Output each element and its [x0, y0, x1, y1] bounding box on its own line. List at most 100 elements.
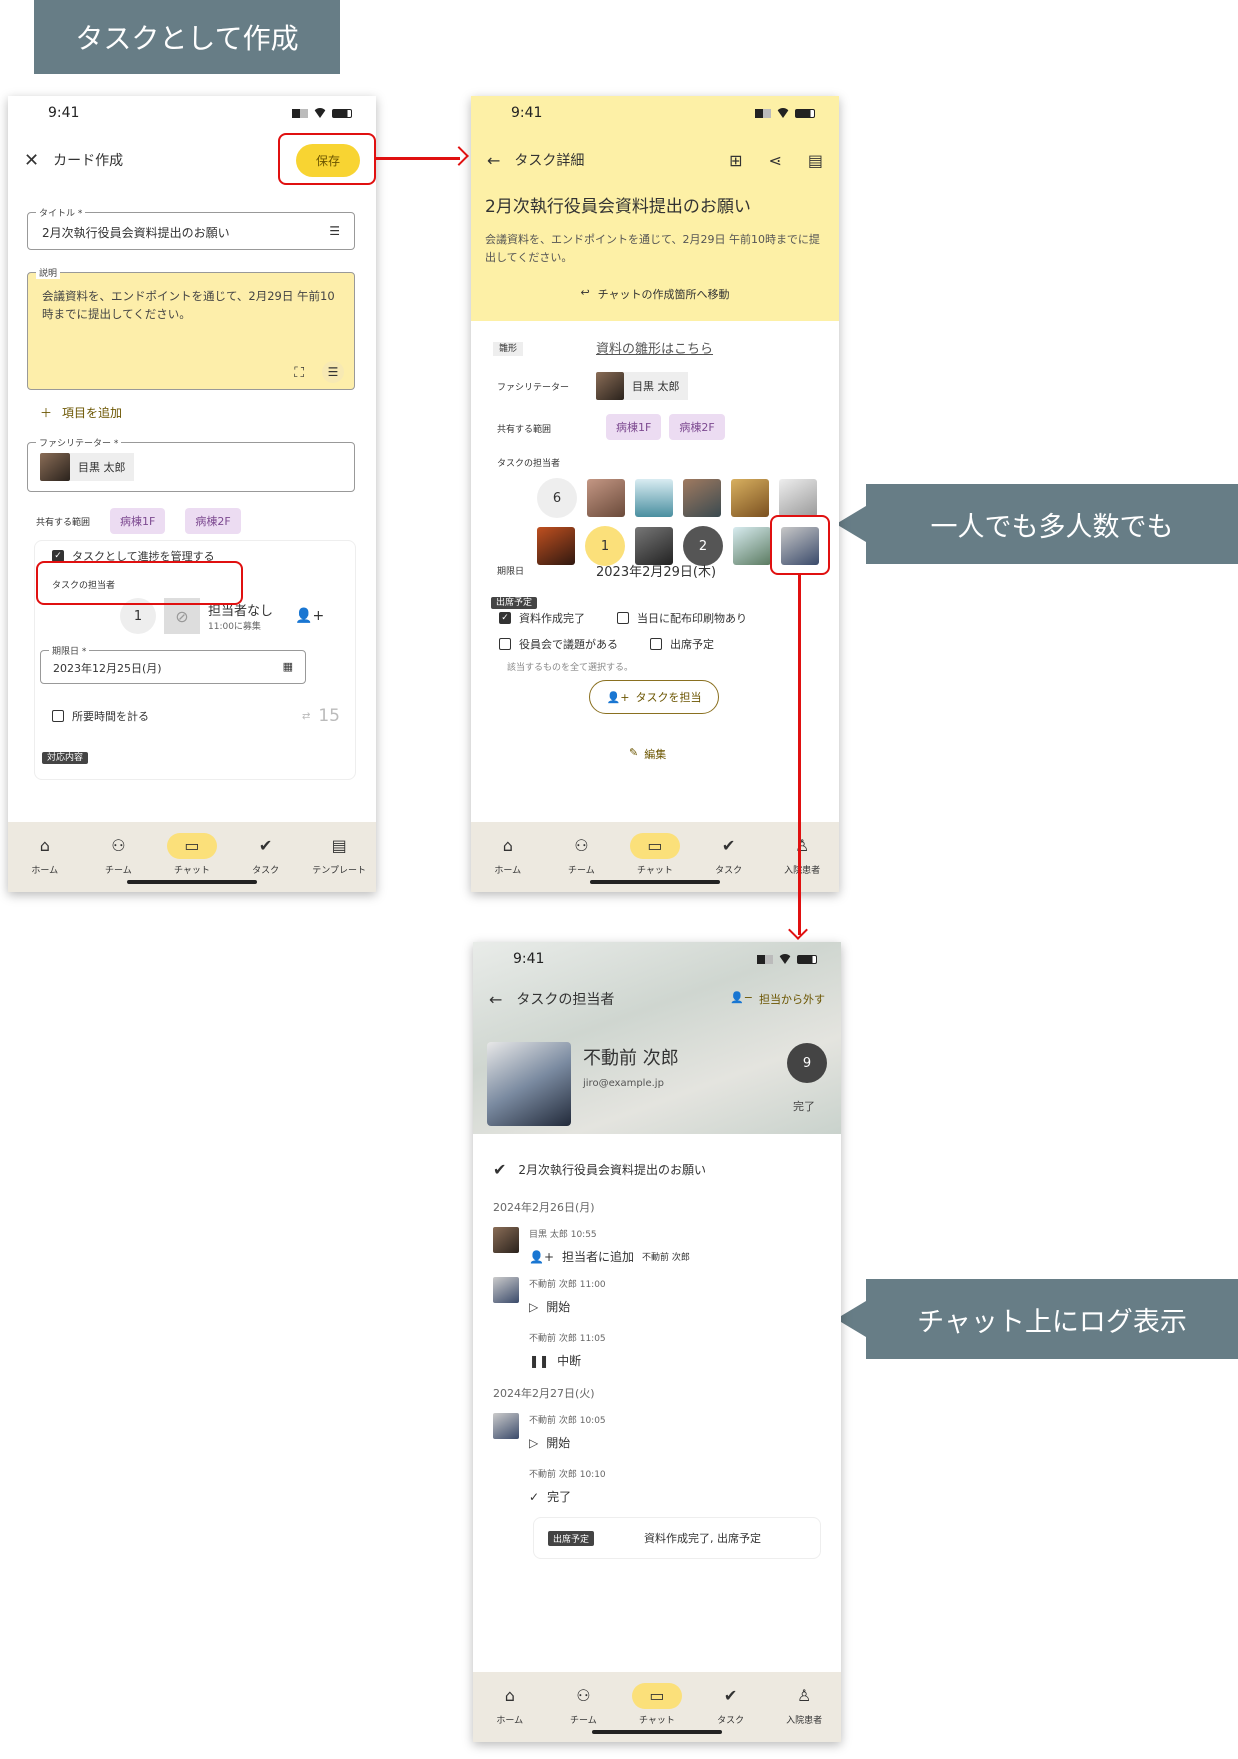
nav-task[interactable]: ✔ タスク	[701, 1683, 761, 1726]
log-entry: 不動前 次郎 10:05 ▷ 開始 不動前 次郎 10:10 ✓ 完了	[493, 1413, 821, 1505]
home-icon: ⌂	[502, 836, 513, 855]
assignee-avatar[interactable]	[779, 479, 817, 517]
check-label: 役員会で議題がある	[519, 638, 618, 651]
log-avatar	[493, 1227, 519, 1253]
phone-card-create: 9:41 ✕ カード作成 保存 タイトル * 2月次執行役員会資料提出のお願い ☰…	[8, 96, 376, 892]
nav-template[interactable]: ▤ テンプレート	[309, 833, 369, 876]
nav-label: タスク	[715, 865, 743, 876]
title-field[interactable]: タイトル * 2月次執行役員会資料提出のお願い ☰	[27, 206, 355, 250]
nav-label: チャット	[174, 865, 210, 876]
log-action: 完了	[547, 1490, 572, 1504]
inpatient-icon: ♙	[795, 836, 810, 855]
edit-button[interactable]: ✎ 編集	[629, 746, 666, 762]
remove-assignee-button[interactable]: 👤− 担当から外す	[730, 991, 825, 1007]
nav-team[interactable]: ⚇ チーム	[553, 1683, 613, 1726]
scan-icon[interactable]: ⛶	[294, 365, 304, 381]
log-avatar	[493, 1413, 519, 1439]
status-time: 9:41	[513, 951, 545, 967]
app-bar: ← タスクの担当者 👤− 担当から外す	[473, 976, 841, 1022]
scope-chip-1f[interactable]: 病棟1F	[110, 508, 166, 534]
nav-home[interactable]: ⌂ ホーム	[15, 833, 75, 876]
nav-task[interactable]: ✔ タスク	[699, 833, 759, 876]
assignee-avatar[interactable]	[635, 479, 673, 517]
nav-chat[interactable]: ▭ チャット	[625, 832, 685, 876]
signal-icon	[755, 108, 771, 118]
home-indicator	[592, 1730, 722, 1734]
share-icon[interactable]: ⋖	[768, 151, 781, 170]
take-task-label: タスクを担当	[635, 691, 702, 704]
arrow-line-down	[798, 575, 801, 935]
check-attend[interactable]: 出席予定	[650, 636, 714, 652]
nav-task[interactable]: ✔ タスク	[236, 833, 296, 876]
nav-team[interactable]: ⚇ チーム	[551, 833, 611, 876]
nav-home[interactable]: ⌂ ホーム	[480, 1683, 540, 1726]
nav-team[interactable]: ⚇ チーム	[88, 833, 148, 876]
check-material-done[interactable]: ✓ 資料作成完了	[499, 610, 585, 626]
nav-label: 入院患者	[786, 1715, 823, 1726]
nav-label: テンプレート	[312, 865, 367, 876]
add-to-collection-icon[interactable]: ⊞	[729, 151, 742, 170]
format-icon[interactable]: ☰	[322, 361, 344, 383]
add-item-button[interactable]: ＋ 項目を追加	[40, 404, 122, 421]
due-date-field[interactable]: 期限日 * 2023年12月25日(月) ▦	[40, 644, 306, 684]
log-task-title[interactable]: ✔ 2月次執行役員会資料提出のお願い	[493, 1160, 821, 1179]
assignee-label: タスクの担当者	[497, 459, 561, 469]
log-meta: 目黒 太郎 10:55	[529, 1230, 597, 1240]
template-link[interactable]: 資料の雛形はこちら	[596, 338, 713, 357]
result-text: 資料作成完了, 出席予定	[644, 1532, 762, 1545]
jump-to-chat-link[interactable]: ↩ チャットの作成箇所へ移動	[485, 286, 825, 302]
check-print-handout[interactable]: 当日に配布印刷物あり	[617, 610, 747, 626]
log-date: 2024年2月26日(月)	[493, 1201, 595, 1214]
facilitator-avatar	[596, 372, 624, 400]
nav-inpatient[interactable]: ♙ 入院患者	[772, 833, 832, 876]
facilitator-field[interactable]: ファシリテーター * 目黒 太郎	[27, 436, 355, 492]
nav-home[interactable]: ⌂ ホーム	[478, 833, 538, 876]
wifi-icon	[313, 108, 327, 118]
task-heading: 2月次執行役員会資料提出のお願い	[485, 197, 751, 217]
assignee-avatar[interactable]	[537, 527, 575, 565]
close-icon[interactable]: ✕	[24, 150, 39, 171]
nav-label: チーム	[568, 865, 595, 876]
nav-inpatient[interactable]: ♙ 入院患者	[774, 1683, 834, 1726]
profile-email: jiro@example.jp	[583, 1078, 664, 1089]
nav-label: ホーム	[496, 1715, 524, 1726]
highlight-save	[278, 133, 376, 185]
back-arrow-icon[interactable]: ←	[489, 990, 502, 1009]
signal-icon	[757, 954, 773, 964]
page-title: カード作成	[53, 153, 124, 169]
team-icon: ⚇	[111, 836, 126, 855]
checkbox-empty-icon	[52, 710, 64, 722]
template-label: 雛形	[493, 342, 524, 356]
facilitator-chip: 目黒 太郎	[70, 453, 134, 481]
scope-chip-2f[interactable]: 病棟2F	[669, 414, 725, 440]
comment-icon[interactable]: ▤	[808, 151, 823, 170]
assignee-avatar[interactable]	[683, 479, 721, 517]
result-tag: 出席予定	[548, 1530, 595, 1546]
time-required-checkbox[interactable]: 所要時間を計る ⇄ 15	[52, 706, 340, 726]
battery-icon	[797, 954, 817, 964]
text-format-icon[interactable]: ☰	[329, 224, 340, 241]
nav-chat[interactable]: ▭ チャット	[162, 832, 222, 876]
profile-photo	[487, 1042, 571, 1126]
play-icon: ▷	[529, 1435, 539, 1450]
arrow-head-right	[449, 146, 469, 166]
play-icon: ▷	[529, 1299, 539, 1314]
check-has-agenda[interactable]: 役員会で議題がある	[499, 636, 618, 652]
scope-chip-1f[interactable]: 病棟1F	[606, 414, 662, 440]
scope-chip-2f[interactable]: 病棟2F	[185, 508, 241, 534]
nav-label: タスク	[252, 865, 280, 876]
assignee-extra-count: 6	[537, 478, 577, 518]
assignee-avatar[interactable]	[635, 527, 673, 565]
back-arrow-icon[interactable]: ←	[487, 151, 500, 170]
assignee-avatar[interactable]	[733, 527, 771, 565]
assignee-avatar[interactable]	[731, 479, 769, 517]
status-bar: 9:41	[471, 96, 839, 130]
assignee-count-yellow: 1	[585, 526, 625, 566]
description-field[interactable]: 説明 会議資料を、エンドポイントを通じて、2月29日 午前10時までに提出してく…	[27, 266, 355, 390]
calendar-icon[interactable]: ▦	[283, 660, 293, 676]
chat-icon: ▭	[629, 832, 680, 859]
add-person-icon[interactable]: 👤+	[295, 608, 324, 624]
nav-chat[interactable]: ▭ チャット	[627, 1682, 687, 1726]
assignee-avatar[interactable]	[587, 479, 625, 517]
take-task-button[interactable]: 👤+ タスクを担当	[589, 680, 719, 714]
